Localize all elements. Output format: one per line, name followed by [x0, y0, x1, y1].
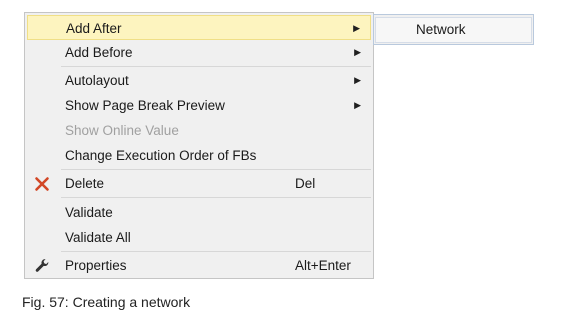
menu-item-show-online-value: Show Online Value — [27, 118, 371, 143]
menu-item-shortcut: Alt+Enter — [295, 258, 351, 273]
menu-item-change-execution-order[interactable]: Change Execution Order of FBs — [27, 143, 371, 168]
menu-separator — [61, 251, 371, 252]
menu-item-shortcut: Del — [295, 176, 316, 191]
menu-separator — [61, 66, 371, 67]
menu-item-validate[interactable]: Validate — [27, 200, 371, 225]
menu-item-add-after[interactable]: Add After ▶ — [27, 15, 371, 40]
add-after-submenu: Network — [373, 14, 534, 45]
menu-item-label: Validate All — [65, 230, 131, 245]
menu-item-label: Show Online Value — [65, 123, 179, 138]
menu-item-delete[interactable]: Delete Del — [27, 171, 371, 196]
delete-x-icon — [35, 177, 49, 191]
submenu-arrow-icon: ▶ — [353, 23, 360, 33]
wrench-icon — [35, 259, 49, 272]
figure-caption: Fig. 57: Creating a network — [22, 294, 191, 310]
menu-item-properties[interactable]: Properties Alt+Enter — [27, 253, 371, 278]
menu-item-label: Change Execution Order of FBs — [65, 148, 257, 163]
menu-item-label: Delete — [65, 176, 105, 191]
menu-item-add-before[interactable]: Add Before ▶ — [27, 40, 371, 65]
menu-item-label: Properties — [65, 258, 127, 273]
menu-item-autolayout[interactable]: Autolayout ▶ — [27, 68, 371, 93]
menu-item-label: Show Page Break Preview — [65, 98, 225, 113]
menu-item-show-page-break-preview[interactable]: Show Page Break Preview ▶ — [27, 93, 371, 118]
submenu-arrow-icon: ▶ — [354, 47, 361, 57]
menu-item-label: Validate — [65, 205, 113, 220]
menu-item-label: Add After — [66, 21, 122, 36]
submenu-arrow-icon: ▶ — [354, 75, 361, 85]
menu-separator — [61, 197, 371, 198]
submenu-item-network[interactable]: Network — [375, 17, 532, 43]
submenu-item-label: Network — [416, 22, 466, 37]
menu-item-validate-all[interactable]: Validate All — [27, 225, 371, 250]
menu-item-label: Autolayout — [65, 73, 129, 88]
context-menu: Add After ▶ Add Before ▶ Autolayout ▶ Sh… — [24, 12, 374, 279]
menu-separator — [61, 169, 371, 170]
menu-item-label: Add Before — [65, 45, 133, 60]
submenu-arrow-icon: ▶ — [354, 100, 361, 110]
